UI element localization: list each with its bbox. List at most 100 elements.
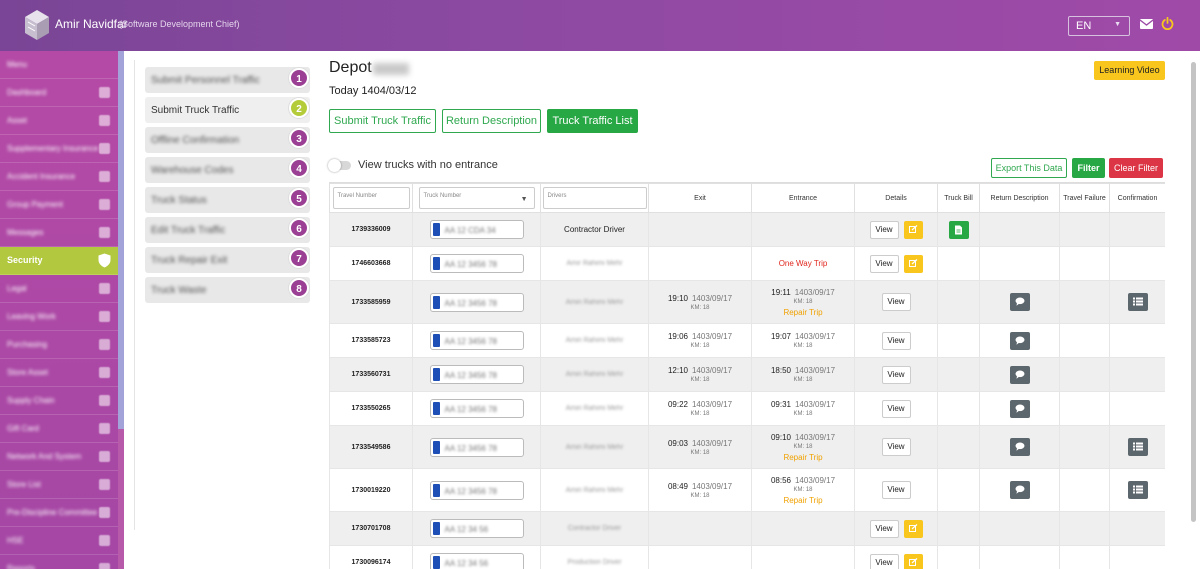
travel-number-filter-input[interactable]: Travel Number [332, 187, 410, 209]
table-row[interactable]: 1733549586 AA 12 3456 78 Amiri Rahimi Mehr… [329, 425, 1165, 469]
entrance-cell: 19:07 1403/09/17 KM: 18 [751, 323, 855, 358]
view-button[interactable]: View [881, 481, 911, 499]
comment-icon[interactable] [1009, 399, 1030, 418]
sidebar-item-label: Leaving Work [7, 312, 56, 321]
power-icon[interactable] [1161, 17, 1174, 30]
table-row[interactable]: 1730096174 AA 12 34 56 Production Driver Vi… [329, 545, 1165, 569]
sidebar-item-10[interactable]: Purchasing [0, 331, 118, 359]
edit-icon[interactable] [903, 254, 923, 273]
confirmation-header: Confirmation [1109, 183, 1165, 213]
sidebar-item-9[interactable]: Leaving Work [0, 303, 118, 331]
page-scrollbar[interactable] [1191, 62, 1196, 522]
entry-time: 19:11 [771, 287, 791, 297]
truck-bill-cell [937, 246, 980, 281]
table-row[interactable]: 1730701708 AA 12 34 56 Contractor Driver Vi… [329, 511, 1165, 546]
sidebar-item-12[interactable]: Supply Chain [0, 387, 118, 415]
edit-icon[interactable] [903, 220, 923, 239]
truck-number-filter-select[interactable]: Truck Number ▼ [418, 187, 535, 209]
no-entrance-toggle[interactable] [328, 159, 351, 172]
sidebar-item-16[interactable]: Pre-Discipline Committee [0, 499, 118, 527]
step-item-1[interactable]: Submit Personnel Traffic [145, 67, 310, 93]
comment-icon[interactable] [1009, 438, 1030, 456]
mail-icon[interactable] [1140, 19, 1153, 29]
step-item-3[interactable]: Offline Confirmation [145, 127, 310, 153]
comment-icon[interactable] [1009, 365, 1030, 384]
view-button[interactable]: View [881, 438, 911, 456]
return-description-cell [979, 212, 1060, 247]
sidebar-item-7[interactable]: Security [0, 247, 118, 275]
view-button[interactable]: View [881, 365, 911, 384]
top-header: Amir Navidfar (Software Development Chie… [0, 0, 1200, 51]
tab-return-description[interactable]: Return Description [442, 109, 541, 133]
step-item-5[interactable]: Truck Status [145, 187, 310, 213]
list-icon[interactable] [1127, 293, 1148, 311]
bill-document-icon[interactable] [948, 220, 969, 239]
drivers-filter-input[interactable]: Drivers [542, 187, 647, 209]
tab-submit-truck-traffic[interactable]: Submit Truck Traffic [329, 109, 436, 133]
comment-icon[interactable] [1009, 481, 1030, 499]
sidebar-item-label: Store Asset [7, 368, 48, 377]
table-row[interactable]: 1733585723 AA 12 3456 78 Amiri Rahimi Mehr… [329, 323, 1165, 358]
step-item-4[interactable]: Warehouse Codes [145, 157, 310, 183]
sidebar-item-2[interactable]: Asset [0, 107, 118, 135]
step-label: Submit Personnel Traffic [151, 75, 260, 86]
edit-icon[interactable] [903, 553, 923, 569]
learning-video-button[interactable]: Learning Video [1094, 61, 1165, 80]
list-icon[interactable] [1127, 438, 1148, 456]
travel-failure-cell [1059, 545, 1110, 569]
table-row[interactable]: 1739336009 AA 12 CDA 34 Contractor Driver V… [329, 212, 1165, 247]
sidebar-item-15[interactable]: Store List [0, 471, 118, 499]
clear-filter-button[interactable]: Clear Filter [1109, 158, 1163, 178]
view-button[interactable]: View [869, 254, 899, 273]
sidebar-item-4[interactable]: Accident Insurance [0, 163, 118, 191]
sidebar-item-17[interactable]: HSE [0, 527, 118, 555]
sidebar-item-3[interactable]: Supplementary Insurance [0, 135, 118, 163]
sidebar-item-0[interactable]: Menu [0, 51, 118, 79]
confirmation-cell [1109, 280, 1165, 324]
sidebar-item-8[interactable]: Legal [0, 275, 118, 303]
comment-icon[interactable] [1009, 293, 1030, 311]
view-button[interactable]: View [881, 293, 911, 311]
table-row[interactable]: 1733585959 AA 12 3456 78 Amiri Rahimi Mehr… [329, 280, 1165, 324]
sidebar-item-1[interactable]: Dashboard [0, 79, 118, 107]
view-button[interactable]: View [869, 220, 899, 239]
sidebar-item-13[interactable]: Gift Card [0, 415, 118, 443]
entry-time: 19:07 [770, 332, 791, 341]
sidebar-item-icon [99, 535, 110, 546]
sidebar-item-label: Network And System [7, 452, 82, 461]
filter-button[interactable]: Filter [1072, 158, 1105, 178]
edit-icon[interactable] [903, 519, 923, 538]
plate-number: AA 12 CDA 34 [444, 226, 496, 235]
table-row[interactable]: 1746603668 AA 12 3456 78 Amir Rahimi Mehr O… [329, 246, 1165, 281]
step-item-8[interactable]: Truck Waste [145, 277, 310, 303]
sidebar-item-label: Purchasing [7, 340, 48, 349]
truck-bill-cell [937, 357, 980, 392]
entry-date: 1403/09/17 [794, 366, 836, 375]
step-item-2[interactable]: Submit Truck Traffic [145, 97, 310, 123]
driver-name: Amiri Rahimi Mehr [565, 486, 624, 494]
comment-icon[interactable] [1009, 331, 1030, 350]
entrance-cell: 08:56 1403/09/17 KM: 18 Repair Trip [751, 468, 855, 512]
language-select[interactable]: EN ▼ [1068, 16, 1130, 36]
table-row[interactable]: 1733550265 AA 12 3456 78 Amiri Rahimi Mehr… [329, 391, 1165, 426]
table-row[interactable]: 1730019220 AA 12 3456 78 Amiri Rahimi Mehr… [329, 468, 1165, 512]
view-button[interactable]: View [881, 331, 911, 350]
entrance-cell [751, 511, 855, 546]
step-item-6[interactable]: Edit Truck Traffic [145, 217, 310, 243]
view-button[interactable]: View [869, 519, 899, 538]
return-description-cell [979, 425, 1060, 469]
sidebar-item-11[interactable]: Store Asset [0, 359, 118, 387]
exit-time: 19:06 [667, 332, 688, 341]
sidebar-item-14[interactable]: Network And System [0, 443, 118, 471]
sidebar-item-18[interactable]: Reports [0, 555, 118, 569]
export-data-button[interactable]: Export This Data [991, 158, 1067, 178]
step-item-7[interactable]: Truck Repair Exit [145, 247, 310, 273]
table-row[interactable]: 1733560731 AA 12 3456 78 Amiri Rahimi Mehr… [329, 357, 1165, 392]
sidebar-item-5[interactable]: Group Payment [0, 191, 118, 219]
list-icon[interactable] [1127, 481, 1148, 499]
tab-truck-traffic-list[interactable]: Truck Traffic List [547, 109, 638, 133]
sidebar-item-label: Accident Insurance [7, 172, 76, 181]
view-button[interactable]: View [869, 553, 899, 569]
view-button[interactable]: View [881, 399, 911, 418]
sidebar-item-6[interactable]: Messages [0, 219, 118, 247]
